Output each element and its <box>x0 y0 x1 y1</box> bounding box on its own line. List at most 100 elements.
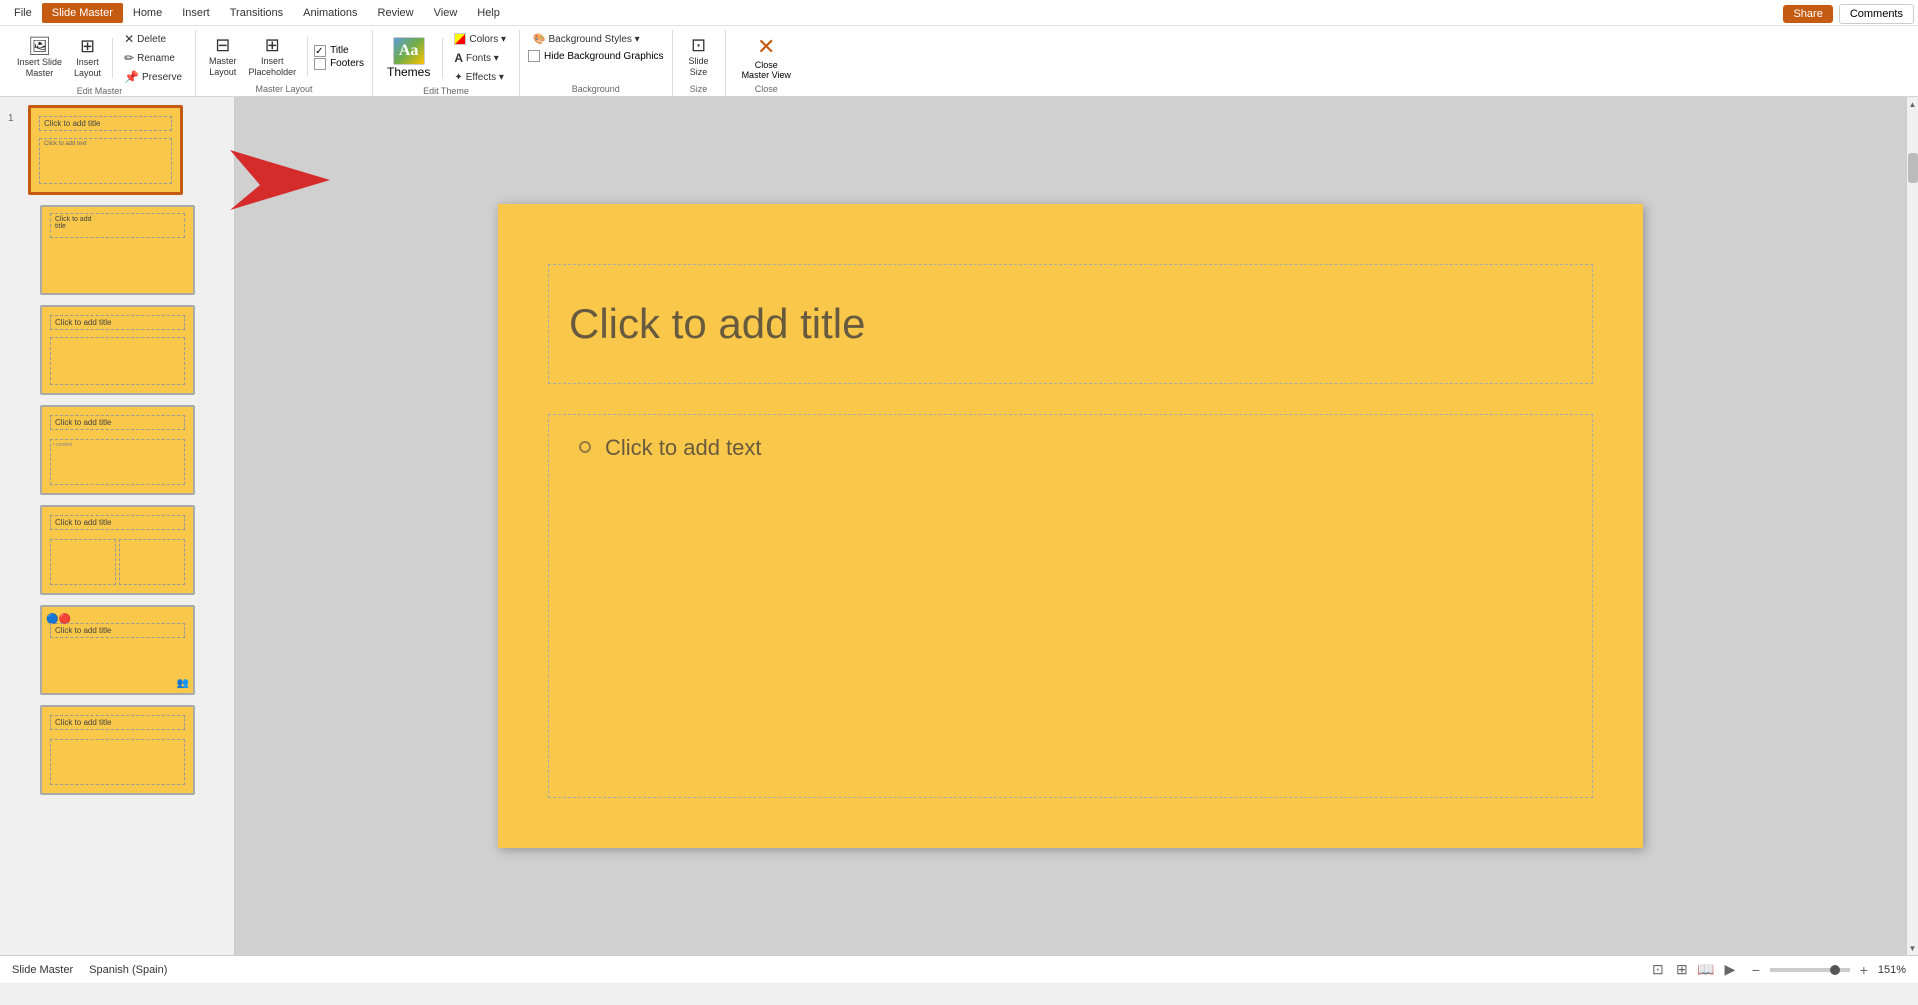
tab-file[interactable]: File <box>4 3 42 23</box>
separator-2 <box>307 37 308 77</box>
insert-layout-button[interactable]: ⊞ InsertLayout <box>69 33 106 83</box>
thumb-content-1: Click to add text <box>39 138 172 184</box>
tab-view[interactable]: View <box>424 3 468 23</box>
slide-mode-label: Slide Master <box>12 964 73 976</box>
content-placeholder-text: Click to add text <box>579 435 1562 461</box>
thumb-two-col-5 <box>50 539 185 585</box>
top-right-actions: Share Comments <box>1783 4 1914 24</box>
slide-show-button[interactable]: ▶ <box>1720 960 1740 980</box>
zoom-in-button[interactable]: + <box>1854 960 1874 980</box>
thumb-title-2: Click to addtitle <box>50 213 185 238</box>
effects-label: Effects ▾ <box>466 72 504 83</box>
separator-3 <box>442 38 443 78</box>
scroll-track[interactable] <box>1907 111 1918 941</box>
tab-home[interactable]: Home <box>123 3 172 23</box>
tab-insert[interactable]: Insert <box>172 3 220 23</box>
canvas-area: Click to add title Click to add text <box>235 97 1906 955</box>
slide-size-button[interactable]: ⊡ SlideSize <box>681 32 717 82</box>
footers-checkbox-label: Footers <box>330 58 364 69</box>
slide-thumb-container-1: 1 Click to add title Click to add text <box>0 105 234 195</box>
slide-thumb-4[interactable]: Click to add title • content <box>40 405 195 495</box>
effects-button[interactable]: ✦ Effects ▾ <box>449 68 511 86</box>
status-left: Slide Master Spanish (Spain) <box>12 964 167 976</box>
slide-thumb-container-7: Click to add title <box>0 705 234 795</box>
zoom-out-button[interactable]: − <box>1746 960 1766 980</box>
rename-button[interactable]: ✏ Rename <box>119 49 187 67</box>
status-right: ⊡ ⊞ 📖 ▶ − + 151% <box>1648 960 1906 980</box>
tab-transitions[interactable]: Transitions <box>220 3 293 23</box>
zoom-controls: − + 151% <box>1746 960 1906 980</box>
insert-slide-master-label: Insert SlideMaster <box>17 57 62 79</box>
reading-view-button[interactable]: 📖 <box>1696 960 1716 980</box>
themes-label: Themes <box>387 65 430 79</box>
close-master-view-icon: ✕ <box>757 34 775 60</box>
slide-number-1: 1 <box>8 113 24 124</box>
zoom-level: 151% <box>1878 964 1906 976</box>
insert-placeholder-button[interactable]: ⊞ InsertPlaceholder <box>244 32 302 82</box>
master-layout-button[interactable]: ⊟ MasterLayout <box>204 32 242 82</box>
tab-help[interactable]: Help <box>467 3 510 23</box>
slide-thumb-6[interactable]: 🔵🔴 Click to add title 👥 <box>40 605 195 695</box>
preserve-icon: 📌 <box>124 70 139 84</box>
footers-checkbox[interactable] <box>314 58 326 70</box>
title-checkbox-area: ✓ Title <box>314 45 364 57</box>
delete-label: Delete <box>137 34 166 45</box>
master-layout-label: MasterLayout <box>209 56 237 78</box>
slide-thumb-5[interactable]: Click to add title <box>40 505 195 595</box>
slide-size-label: SlideSize <box>689 56 709 78</box>
slide-thumb-container-4: Click to add title • content <box>0 405 234 495</box>
language-label: Spanish (Spain) <box>89 964 167 976</box>
insert-slide-master-button[interactable]: 🖼 Insert SlideMaster <box>12 33 67 83</box>
ribbon-group-background: 🎨 Background Styles ▾ Hide Background Gr… <box>520 30 673 96</box>
comments-button[interactable]: Comments <box>1839 4 1914 24</box>
hide-background-checkbox[interactable] <box>528 50 540 62</box>
size-group-label: Size <box>681 84 717 96</box>
slide-size-icon: ⊡ <box>691 36 706 54</box>
background-styles-button[interactable]: 🎨 Background Styles ▾ <box>528 30 645 48</box>
tab-slide-master[interactable]: Slide Master <box>42 3 123 23</box>
themes-button[interactable]: Aa Themes <box>381 33 436 83</box>
slide-thumb-2[interactable]: Click to addtitle <box>40 205 195 295</box>
ribbon-group-edit-master: 🖼 Insert SlideMaster ⊞ InsertLayout ✕ De… <box>4 30 196 96</box>
title-placeholder[interactable]: Click to add title <box>548 264 1593 384</box>
colors-swatch <box>454 33 466 45</box>
fonts-label: Fonts ▾ <box>466 53 499 64</box>
slide-thumb-3[interactable]: Click to add title <box>40 305 195 395</box>
master-layout-icon: ⊟ <box>215 36 230 54</box>
fonts-button[interactable]: A Fonts ▾ <box>449 49 511 67</box>
share-button[interactable]: Share <box>1783 5 1832 23</box>
tab-animations[interactable]: Animations <box>293 3 367 23</box>
fonts-icon: A <box>454 51 463 65</box>
insert-layout-label: InsertLayout <box>74 57 101 79</box>
content-placeholder[interactable]: Click to add text <box>548 414 1593 798</box>
zoom-slider[interactable] <box>1770 968 1850 972</box>
title-checkbox[interactable]: ✓ <box>314 45 326 57</box>
scroll-up-button[interactable]: ▲ <box>1907 97 1918 111</box>
tab-review[interactable]: Review <box>368 3 424 23</box>
background-styles-icon: 🎨 <box>533 34 545 45</box>
delete-button[interactable]: ✕ Delete <box>119 30 187 48</box>
slide-thumb-1[interactable]: Click to add title Click to add text <box>28 105 183 195</box>
rename-label: Rename <box>137 53 175 64</box>
scroll-down-button[interactable]: ▼ <box>1907 941 1918 955</box>
main-slide-canvas[interactable]: Click to add title Click to add text <box>498 204 1643 848</box>
ribbon-group-size: ⊡ SlideSize Size <box>673 30 726 96</box>
slide-sorter-button[interactable]: ⊞ <box>1672 960 1692 980</box>
thumb-title-3: Click to add title <box>50 315 185 330</box>
preserve-button[interactable]: 📌 Preserve <box>119 68 187 86</box>
thumb-title-5: Click to add title <box>50 515 185 530</box>
themes-icon: Aa <box>393 37 425 65</box>
effects-icon: ✦ <box>454 72 462 83</box>
preserve-label: Preserve <box>142 72 182 83</box>
hide-background-label: Hide Background Graphics <box>544 51 664 62</box>
close-master-view-button[interactable]: ✕ CloseMaster View <box>734 32 799 82</box>
right-scrollbar: ▲ ▼ <box>1906 97 1918 955</box>
master-layout-group-label: Master Layout <box>204 84 364 96</box>
normal-view-button[interactable]: ⊡ <box>1648 960 1668 980</box>
slide-thumb-7[interactable]: Click to add title <box>40 705 195 795</box>
slide-thumb-container-6: 🔵🔴 Click to add title 👥 <box>0 605 234 695</box>
background-group-label: Background <box>528 84 664 96</box>
slide-thumb-container-5: Click to add title <box>0 505 234 595</box>
colors-button[interactable]: Colors ▾ <box>449 30 511 48</box>
thumb-title-7: Click to add title <box>50 715 185 730</box>
